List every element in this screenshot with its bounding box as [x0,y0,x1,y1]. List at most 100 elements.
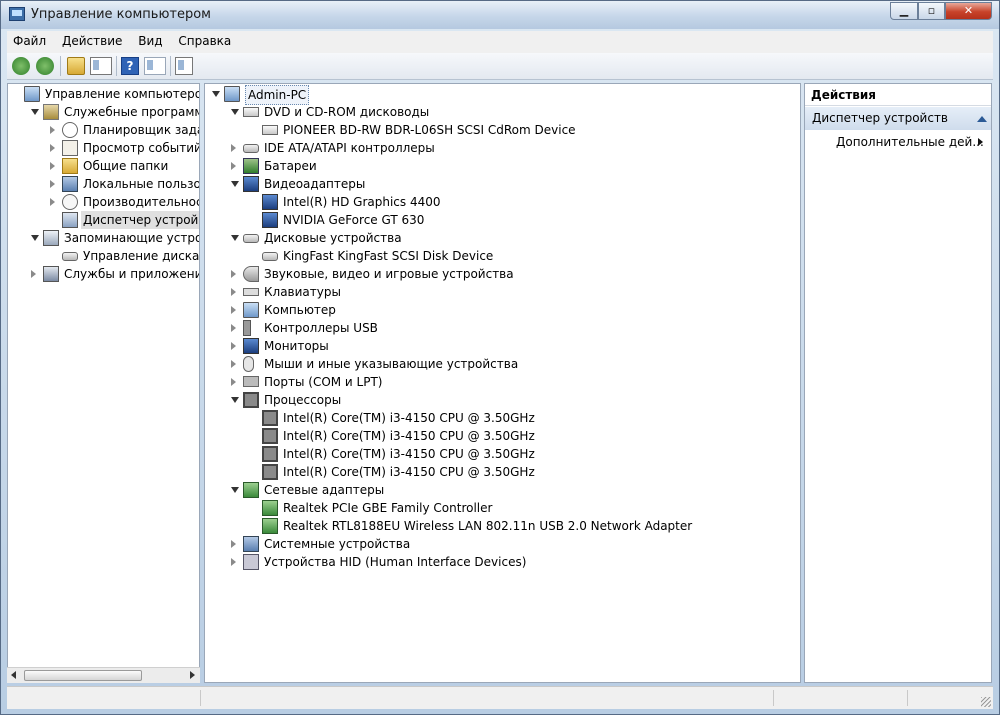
computer-icon [243,302,259,318]
menu-bar: Файл Действие Вид Справка [7,31,993,53]
device-item-label: Realtek RTL8188EU Wireless LAN 802.11n U… [283,519,693,533]
console-tree-item-label: Просмотр событий [83,141,200,155]
console-tree-item-label: Планировщик заданий [83,123,199,137]
console-tree-item-label: Диспетчер устройств [81,211,199,229]
collapsed-triangle-icon[interactable] [50,162,55,170]
menu-action[interactable]: Действие [56,31,128,48]
device-category-label: Контроллеры USB [264,321,378,335]
device-item-label: Intel(R) Core(TM) i3-4150 CPU @ 3.50GHz [283,411,535,425]
mouse-icon [243,356,254,372]
device-category-label: Процессоры [264,393,342,407]
device-category-label: Видеоадаптеры [264,177,366,191]
cdrom-icon [262,125,278,135]
device-category-label: Сетевые адаптеры [264,483,385,497]
device-item-label: Realtek PCIe GBE Family Controller [283,501,493,515]
show-hide-action-pane-icon[interactable] [144,57,166,75]
console-tree-item-label: Общие папки [83,159,169,173]
device-category-label: IDE ATA/ATAPI контроллеры [264,141,435,155]
collapsed-triangle-icon[interactable] [231,378,236,386]
collapsed-triangle-icon[interactable] [50,144,55,152]
title-bar[interactable]: Управление компьютером ▁ ▫ ✕ [1,1,999,29]
collapsed-triangle-icon[interactable] [231,288,236,296]
actions-header: Действия [805,84,991,106]
scrollbar-thumb[interactable] [24,670,142,681]
device-category-label: Клавиатуры [264,285,341,299]
computer-icon [224,86,240,102]
device-item-label: Intel(R) Core(TM) i3-4150 CPU @ 3.50GHz [283,429,535,443]
maximize-button[interactable]: ▫ [918,2,945,20]
actions-section-label: Диспетчер устройств [812,111,949,125]
up-folder-icon[interactable] [67,57,85,75]
expanded-triangle-icon[interactable] [231,235,239,241]
actions-pane: Действия Диспетчер устройств Дополнитель… [804,83,992,683]
event-log-icon [62,140,78,156]
collapse-up-icon[interactable] [977,116,987,122]
processor-icon [262,464,278,480]
help-icon[interactable]: ? [121,57,139,75]
menu-view[interactable]: Вид [132,31,168,48]
menu-file[interactable]: Файл [7,31,52,48]
scan-hardware-icon[interactable] [175,57,193,75]
collapsed-triangle-icon[interactable] [231,342,236,350]
ide-controller-icon [243,144,259,153]
device-category-label: Звуковые, видео и игровые устройства [264,267,514,281]
collapsed-triangle-icon[interactable] [231,162,236,170]
submenu-arrow-icon [978,138,983,146]
processor-icon [262,410,278,426]
collapsed-triangle-icon[interactable] [31,270,36,278]
toolbar: ? [7,53,993,80]
device-item-label: KingFast KingFast SCSI Disk Device [283,249,494,263]
tools-icon [43,104,59,120]
collapsed-triangle-icon[interactable] [231,270,236,278]
device-category-label: Системные устройства [264,537,411,551]
console-tree-horizontal-scrollbar[interactable] [7,667,200,683]
scroll-left-icon[interactable] [11,671,16,679]
collapsed-triangle-icon[interactable] [231,324,236,332]
collapsed-triangle-icon[interactable] [231,306,236,314]
window-title: Управление компьютером [31,7,211,22]
expanded-triangle-icon[interactable] [231,397,239,403]
device-item-label: PIONEER BD-RW BDR-L06SH SCSI CdRom Devic… [283,123,576,137]
more-actions-item[interactable]: Дополнительные дей... [836,133,984,151]
minimize-button[interactable]: ▁ [890,2,918,20]
expanded-triangle-icon[interactable] [231,109,239,115]
toolbar-separator [60,56,61,76]
usb-icon [243,320,251,336]
device-category-label: Компьютер [264,303,336,317]
expanded-triangle-icon[interactable] [212,91,220,97]
menu-help[interactable]: Справка [172,31,237,48]
status-cell [200,690,201,706]
expanded-triangle-icon[interactable] [231,181,239,187]
display-adapter-icon [262,212,278,228]
collapsed-triangle-icon[interactable] [231,360,236,368]
resize-grip[interactable] [981,697,991,707]
expanded-triangle-icon[interactable] [31,109,39,115]
status-cell [773,690,774,706]
collapsed-triangle-icon[interactable] [50,198,55,206]
scroll-right-icon[interactable] [190,671,195,679]
console-tree-item-label: Локальные пользовате [83,177,199,191]
services-icon [43,266,59,282]
expanded-triangle-icon[interactable] [31,235,39,241]
collapsed-triangle-icon[interactable] [231,540,236,548]
back-arrow-icon[interactable] [12,57,30,75]
battery-icon [243,158,259,174]
actions-section-device-manager[interactable]: Диспетчер устройств [805,107,991,130]
show-hide-console-tree-icon[interactable] [90,57,112,75]
console-tree-item-label: Управление дисками [83,249,200,263]
collapsed-triangle-icon[interactable] [50,126,55,134]
hid-icon [243,554,259,570]
processor-icon [243,392,259,408]
device-item-label: NVIDIA GeForce GT 630 [283,213,425,227]
collapsed-triangle-icon[interactable] [231,144,236,152]
collapsed-triangle-icon[interactable] [50,180,55,188]
collapsed-triangle-icon[interactable] [231,558,236,566]
shared-folder-icon [62,158,78,174]
system-device-icon [243,536,259,552]
expanded-triangle-icon[interactable] [231,487,239,493]
forward-arrow-icon[interactable] [36,57,54,75]
clock-icon [62,122,78,138]
cdrom-icon [243,107,259,117]
monitor-icon [243,338,259,354]
close-button[interactable]: ✕ [945,2,992,20]
